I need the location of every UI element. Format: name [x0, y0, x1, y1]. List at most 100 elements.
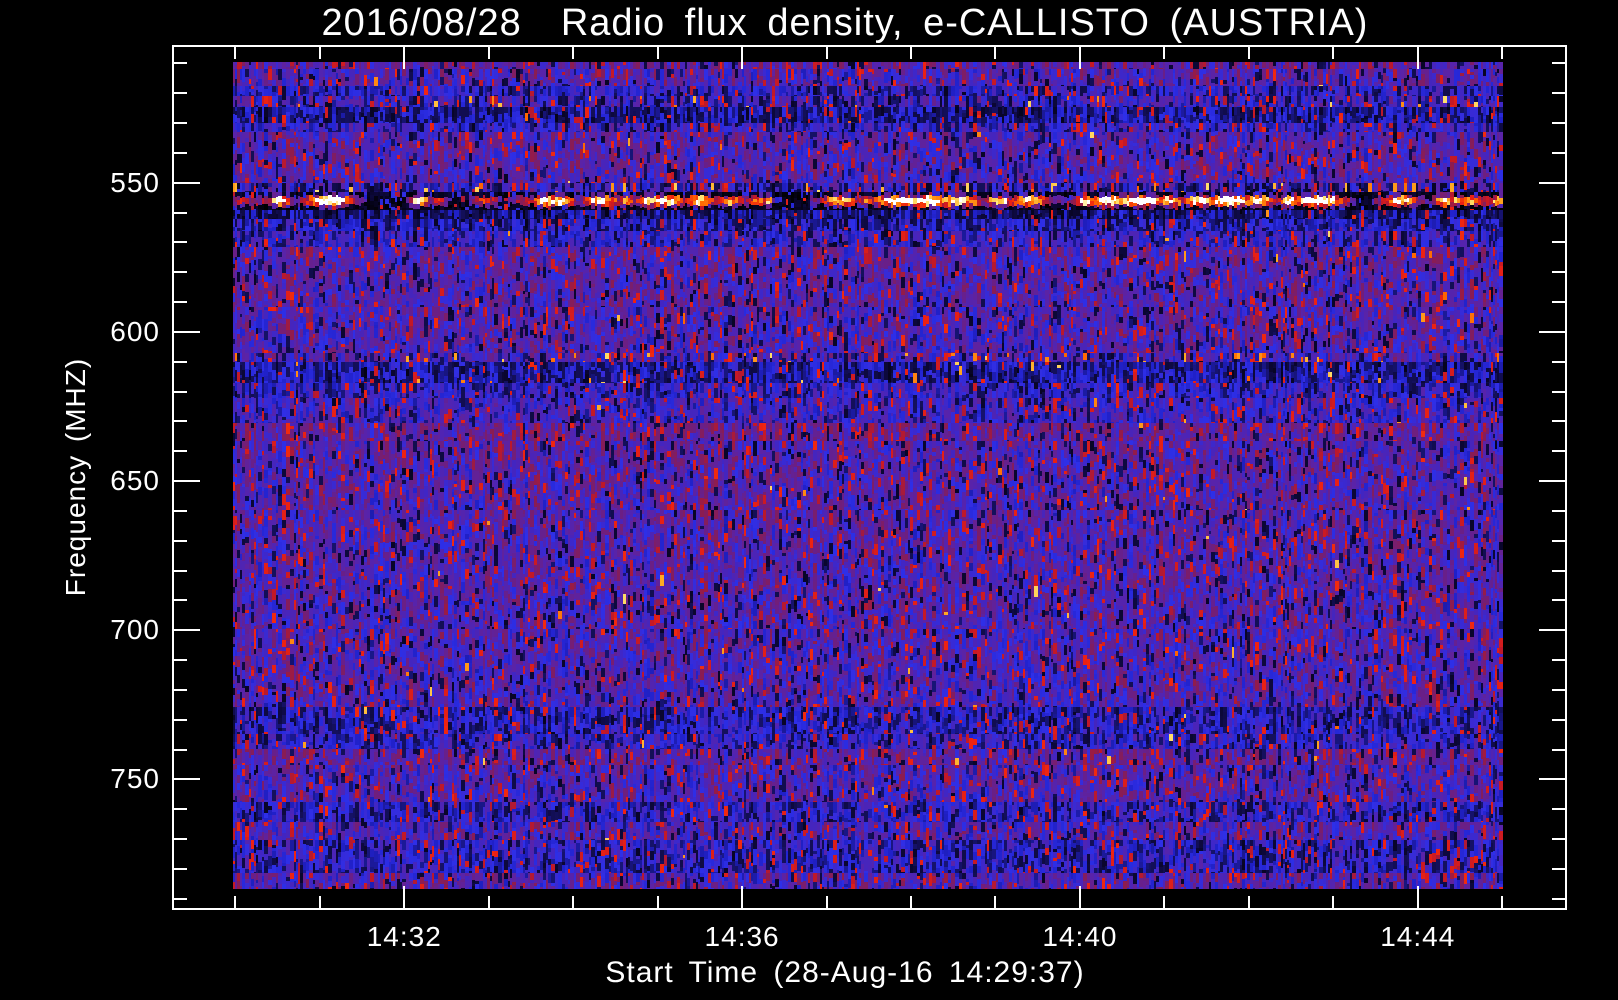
y-axis-tick: [1552, 360, 1565, 363]
y-axis-tick: [174, 271, 187, 274]
x-axis-tick: [1247, 47, 1250, 59]
y-axis-tick: [174, 599, 187, 602]
x-axis-tick: [487, 47, 490, 59]
x-axis-tick: [1501, 47, 1504, 59]
x-axis-tick: [1078, 47, 1081, 69]
y-axis-tick: [174, 569, 187, 572]
x-axis-tick: [825, 47, 828, 59]
y-axis-tick: [174, 330, 200, 333]
x-tick-label: 14:40: [1042, 921, 1118, 952]
y-axis-tick: [1552, 301, 1565, 304]
y-axis-tick: [1539, 480, 1565, 483]
y-axis-tick: [1552, 92, 1565, 95]
y-axis-tick: [174, 897, 187, 900]
x-axis-tick: [741, 886, 744, 908]
y-axis-tick: [1552, 897, 1565, 900]
y-axis-tick: [174, 778, 200, 781]
y-axis-tick: [1552, 271, 1565, 274]
y-axis-tick: [174, 838, 187, 840]
y-axis-tick: [174, 151, 187, 154]
x-axis-tick: [1163, 896, 1166, 908]
x-tick-label: 14:32: [366, 921, 442, 952]
y-axis-tick: [174, 122, 187, 125]
y-axis-tick: [174, 867, 187, 870]
y-axis-tick: [174, 480, 200, 483]
y-axis-tick: [1539, 330, 1565, 333]
y-tick-label: 750: [110, 763, 160, 795]
y-axis-tick: [1539, 778, 1565, 781]
x-axis-tick: [234, 896, 237, 908]
y-axis-tick: [1552, 211, 1565, 214]
y-tick-label: 700: [110, 614, 160, 646]
x-axis-tick: [318, 47, 321, 59]
y-axis-tick: [1552, 122, 1565, 125]
y-axis-tick: [1552, 808, 1565, 811]
x-axis-tick: [1416, 47, 1419, 69]
x-axis-tick: [572, 896, 575, 908]
y-axis-tick: [1552, 151, 1565, 154]
y-axis-tick: [174, 748, 187, 751]
spectrogram-heatmap: [233, 62, 1503, 889]
y-axis-tick: [1552, 688, 1565, 691]
y-axis-tick: [1552, 390, 1565, 393]
x-axis-tick: [994, 47, 997, 59]
y-tick-label: 550: [110, 166, 160, 198]
y-axis-tick: [174, 390, 187, 393]
y-axis-tick: [174, 808, 187, 811]
x-axis-tick: [487, 896, 490, 908]
y-axis-tick: [174, 420, 187, 423]
chart-title: 2016/08/28 Radio flux density, e-CALLIST…: [321, 2, 1369, 44]
y-axis-tick: [1539, 181, 1565, 184]
y-axis-tick: [174, 92, 187, 95]
x-axis-tick: [403, 47, 406, 69]
x-axis-tick: [318, 896, 321, 908]
y-axis-tick: [174, 509, 187, 512]
x-axis-tick: [1247, 896, 1250, 908]
y-tick-label: 600: [110, 315, 160, 347]
y-axis-tick: [174, 629, 200, 632]
x-axis-tick: [1078, 886, 1081, 908]
y-axis-tick: [174, 659, 187, 662]
y-axis-tick: [1552, 420, 1565, 423]
y-axis-tick: [174, 360, 187, 363]
x-tick-label: 14:36: [704, 921, 780, 952]
x-axis-tick: [1332, 47, 1335, 59]
y-axis-tick: [1552, 62, 1565, 65]
x-axis-tick: [234, 47, 237, 59]
y-axis-tick: [1539, 629, 1565, 632]
x-axis-tick: [656, 896, 659, 908]
y-axis-tick: [174, 718, 187, 721]
spectrogram-page: { "figure": { "title": "2016/08/28 Radio…: [0, 0, 1618, 1000]
y-axis-tick: [174, 450, 187, 453]
y-axis-tick: [1552, 569, 1565, 572]
y-axis-tick: [174, 241, 187, 244]
x-axis-tick: [1332, 896, 1335, 908]
x-axis-tick: [1501, 896, 1504, 908]
x-axis-tick: [656, 47, 659, 59]
x-axis-tick: [1416, 886, 1419, 908]
y-axis-title: Frequency (MHZ): [60, 357, 91, 597]
y-axis-tick: [174, 181, 200, 184]
y-axis-tick: [174, 301, 187, 304]
x-axis-tick: [994, 896, 997, 908]
x-axis-tick: [825, 896, 828, 908]
y-tick-label: 650: [110, 465, 160, 497]
x-tick-label: 14:44: [1380, 921, 1456, 952]
x-axis-tick: [1163, 47, 1166, 59]
y-axis-tick: [1552, 241, 1565, 244]
y-axis-tick: [1552, 509, 1565, 512]
y-axis-tick: [1552, 450, 1565, 453]
x-axis-tick: [403, 886, 406, 908]
y-axis-tick: [174, 688, 187, 691]
y-axis-tick: [174, 211, 187, 214]
x-axis-tick: [910, 896, 913, 908]
y-axis-tick: [1552, 838, 1565, 840]
y-axis-tick: [1552, 748, 1565, 751]
x-axis-title: Start Time (28-Aug-16 14:29:37): [605, 956, 1085, 989]
y-axis-tick: [1552, 539, 1565, 542]
x-axis-tick: [910, 47, 913, 59]
y-axis-tick: [1552, 718, 1565, 721]
x-axis-tick: [741, 47, 744, 69]
y-axis-tick: [1552, 867, 1565, 870]
y-axis-tick: [174, 62, 187, 65]
